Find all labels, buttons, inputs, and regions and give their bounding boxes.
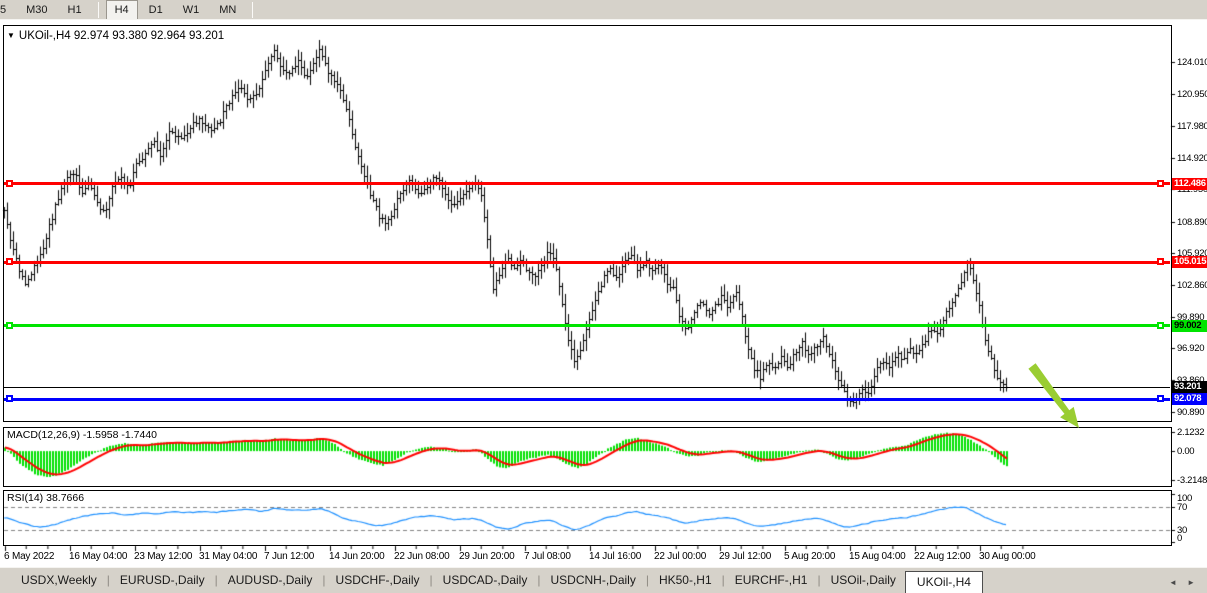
price-line-92.078[interactable] — [4, 398, 1170, 401]
chart-tab-audusd-daily[interactable]: AUDUSD-,Daily — [219, 571, 322, 590]
date-axis-label: 5 Aug 20:00 — [784, 551, 835, 562]
date-axis-label: 22 Jul 00:00 — [654, 551, 706, 562]
date-axis-label: 15 Aug 04:00 — [849, 551, 906, 562]
date-axis-label: 30 Aug 00:00 — [979, 551, 1036, 562]
line-handle[interactable] — [6, 322, 13, 329]
date-axis-label: 7 Jun 12:00 — [264, 551, 314, 562]
macd-axis-label: 2.1232 — [1177, 427, 1204, 438]
chevron-down-icon[interactable]: ▼ — [7, 31, 15, 40]
date-axis-label: 6 May 2022 — [4, 551, 54, 562]
date-axis-label: 29 Jul 12:00 — [719, 551, 771, 562]
chart-tab-hk50-h1[interactable]: HK50-,H1 — [650, 571, 721, 590]
price-line-tag: 99.002 — [1172, 320, 1207, 332]
price-line-tag: 105.015 — [1172, 256, 1207, 268]
macd-title: MACD(12,26,9) — [7, 429, 80, 441]
line-handle[interactable] — [6, 180, 13, 187]
date-axis-label: 23 May 12:00 — [134, 551, 192, 562]
price-axis-label: 102.860 — [1177, 280, 1207, 291]
chart-tab-usdx-weekly[interactable]: USDX,Weekly — [12, 571, 106, 590]
line-handle[interactable] — [6, 258, 13, 265]
price-axis-label: 120.950 — [1177, 89, 1207, 100]
chart-tab-usoil-daily[interactable]: USOil-,Daily — [822, 571, 905, 590]
price-axis-label: 90.890 — [1177, 407, 1204, 418]
chart-tab-usdcnh-daily[interactable]: USDCNH-,Daily — [541, 571, 644, 590]
chart-tab-usdchf-daily[interactable]: USDCHF-,Daily — [327, 571, 429, 590]
chart-ohlc-values: 92.974 93.380 92.964 93.201 — [74, 30, 224, 42]
mt4-window: 5M30H1H4D1W1MN ▼UKOil-,H4 92.974 93.380 … — [0, 0, 1207, 593]
macd-indicator-label: MACD(12,26,9) -1.5958 -1.7440 — [7, 429, 157, 441]
rsi-indicator-label: RSI(14) 38.7666 — [7, 492, 84, 504]
macd-axis-label: 0.00 — [1177, 446, 1194, 457]
date-axis-label: 29 Jun 20:00 — [459, 551, 514, 562]
price-axis-label: 117.980 — [1177, 121, 1207, 132]
date-axis-label: 14 Jul 16:00 — [589, 551, 641, 562]
chart-symbol: UKOil-,H4 — [19, 30, 71, 42]
rsi-axis-label: 70 — [1177, 502, 1187, 513]
chart-title: ▼ UKOil-,H4 92.974 93.380 92.964 93.201 — [7, 30, 224, 42]
date-axis-label: 16 May 04:00 — [69, 551, 127, 562]
main-price-pane[interactable] — [3, 25, 1172, 422]
date-axis-label: 7 Jul 08:00 — [524, 551, 571, 562]
rsi-axis-label: 0 — [1177, 533, 1182, 544]
rsi-value: 38.7666 — [46, 492, 84, 504]
line-handle[interactable] — [1157, 180, 1164, 187]
price-axis-label: 114.920 — [1177, 153, 1207, 164]
chart-tab-usdcad-daily[interactable]: USDCAD-,Daily — [434, 571, 537, 590]
line-handle[interactable] — [6, 395, 13, 402]
chart-tabs-bar: USDX,Weekly|EURUSD-,Daily|AUDUSD-,Daily|… — [0, 567, 1207, 593]
price-axis-label: 124.010 — [1177, 57, 1207, 68]
macd-pane[interactable] — [3, 427, 1172, 487]
price-line-tag: 112.486 — [1172, 178, 1207, 190]
price-line-112.486[interactable] — [4, 182, 1170, 185]
chart-tab-ukoil-h4[interactable]: UKOil-,H4 — [905, 571, 983, 593]
date-axis-label: 14 Jun 20:00 — [329, 551, 384, 562]
price-line-105.015[interactable] — [4, 261, 1170, 264]
price-line-tag: 92.078 — [1172, 393, 1207, 405]
price-axis-label: 96.920 — [1177, 343, 1204, 354]
date-axis-label: 22 Jun 08:00 — [394, 551, 449, 562]
line-handle[interactable] — [1157, 258, 1164, 265]
chart-tab-eurusd-daily[interactable]: EURUSD-,Daily — [111, 571, 214, 590]
price-line-tag: 93.201 — [1172, 381, 1207, 393]
macd-axis-label: -3.2148 — [1177, 475, 1207, 486]
date-axis-label: 22 Aug 12:00 — [914, 551, 971, 562]
tab-scroll-arrows[interactable]: ◄ ► — [1169, 578, 1199, 587]
macd-values: -1.5958 -1.7440 — [83, 429, 157, 441]
price-line-99.002[interactable] — [4, 324, 1170, 327]
line-handle[interactable] — [1157, 322, 1164, 329]
rsi-pane[interactable] — [3, 490, 1172, 546]
chart-tab-eurchf-h1[interactable]: EURCHF-,H1 — [726, 571, 817, 590]
price-line-93.201[interactable] — [4, 387, 1170, 388]
rsi-title: RSI(14) — [7, 492, 43, 504]
date-axis-label: 31 May 04:00 — [199, 551, 257, 562]
line-handle[interactable] — [1157, 395, 1164, 402]
price-axis-label: 108.890 — [1177, 217, 1207, 228]
